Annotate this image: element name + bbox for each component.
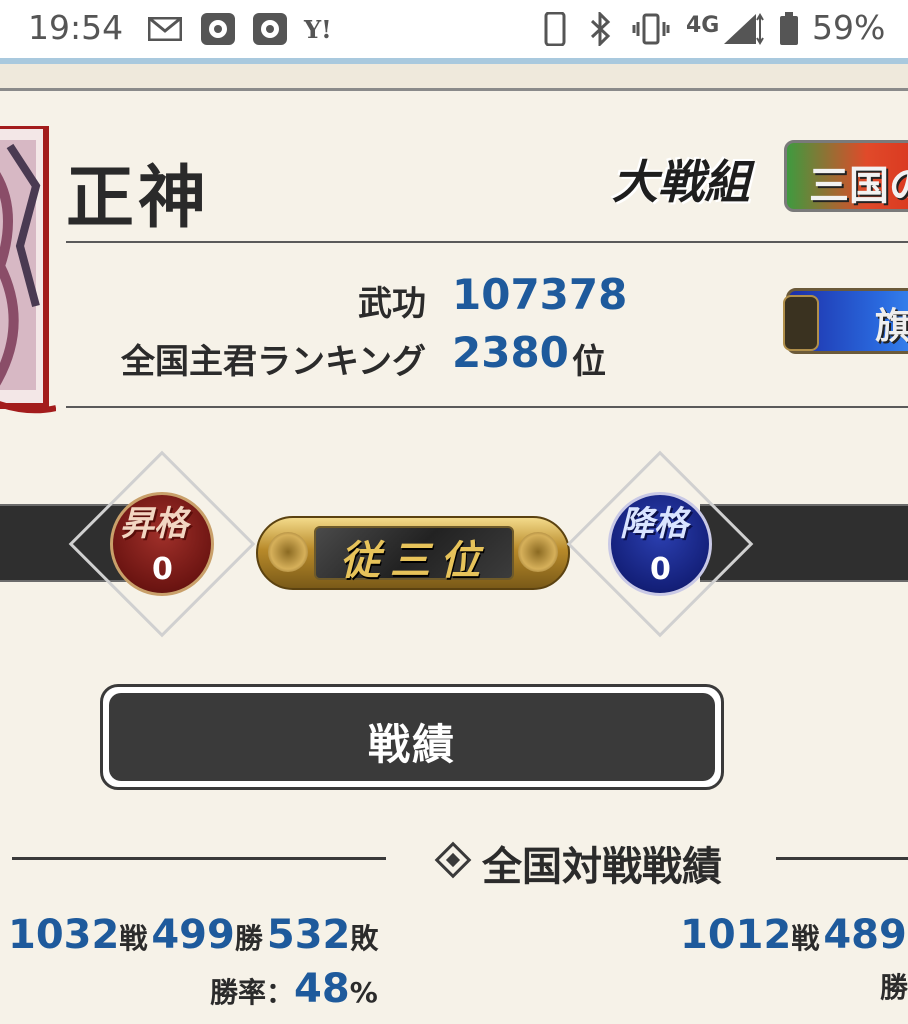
app-icon [200, 12, 236, 46]
avatar[interactable] [0, 123, 57, 416]
win-rate-value: 48 [294, 966, 350, 1012]
losses-count: 532 [266, 912, 351, 958]
battery-percent: 59% [812, 8, 886, 47]
battles-count: 1032 [8, 912, 120, 958]
promotion-count: 0 [152, 552, 173, 587]
rank-ornament-right [518, 532, 558, 572]
group-button[interactable]: 三国の [784, 140, 908, 212]
stat-value-ranking: 2380 [452, 328, 569, 377]
flag-button[interactable]: 旗 [783, 288, 908, 354]
group-label: 大戦組 [612, 155, 750, 209]
status-bar: 19:54 Y! 4G 59% [0, 0, 908, 58]
promotion-label: 昇格 [120, 504, 188, 544]
win-rate-label: 勝率： [210, 976, 295, 1009]
diamond-icon [434, 841, 472, 879]
battles-count: 1012 [680, 912, 792, 958]
losses-unit: 敗 [350, 922, 379, 955]
section-title: 全国対戦戦績 [482, 844, 722, 890]
flag-button-label: 旗 [875, 305, 908, 347]
rank-ornament-left [268, 532, 308, 572]
record-right: 1012戦 489 [680, 912, 907, 958]
rank-plate-inner: 従三位 [314, 526, 514, 584]
battery-icon [778, 12, 800, 46]
record-button-body: 戦績 [109, 693, 715, 781]
section-line-left [12, 857, 386, 860]
profile-divider-top [66, 241, 908, 243]
win-rate-label: 勝 [880, 971, 908, 1004]
signal-icon [722, 12, 764, 46]
group-button-label: 三国の [809, 162, 908, 209]
win-rate-right: 勝 [880, 966, 908, 1006]
top-divider [0, 88, 908, 91]
battles-unit: 戦 [791, 922, 820, 955]
wins-count: 489 [823, 912, 907, 958]
mail-icon [148, 12, 182, 46]
phone-icon [544, 12, 566, 46]
top-band [0, 64, 908, 88]
stat-unit-ranking: 位 [572, 342, 606, 382]
flag-button-knob [783, 295, 819, 351]
section-line-right [776, 857, 908, 860]
rank-plate: 従三位 [256, 516, 570, 590]
record-button-label: 戦績 [367, 720, 456, 769]
stat-value-buko: 107378 [452, 270, 628, 319]
win-rate-left: 勝率：48% [210, 966, 378, 1012]
stat-label-buko: 武功 [358, 284, 426, 324]
bluetooth-icon [588, 12, 612, 46]
battles-unit: 戦 [119, 922, 148, 955]
stat-label-ranking: 全国主君ランキング [121, 342, 426, 382]
demotion-label: 降格 [620, 504, 688, 544]
record-left: 1032戦 499勝 532敗 [8, 912, 382, 958]
yahoo-icon: Y! [304, 14, 332, 44]
wins-count: 499 [151, 912, 235, 958]
player-name: 正神 [66, 158, 211, 238]
app-icon [252, 12, 288, 46]
wins-unit: 勝 [234, 922, 263, 955]
network-type: 4G [686, 13, 720, 38]
rank-current: 従三位 [340, 537, 490, 584]
demotion-count: 0 [650, 552, 671, 587]
record-button[interactable]: 戦績 [100, 684, 724, 790]
profile-divider-bottom [66, 406, 908, 408]
vibrate-icon [632, 12, 670, 46]
status-time: 19:54 [28, 8, 124, 47]
win-rate-unit: % [349, 976, 378, 1009]
